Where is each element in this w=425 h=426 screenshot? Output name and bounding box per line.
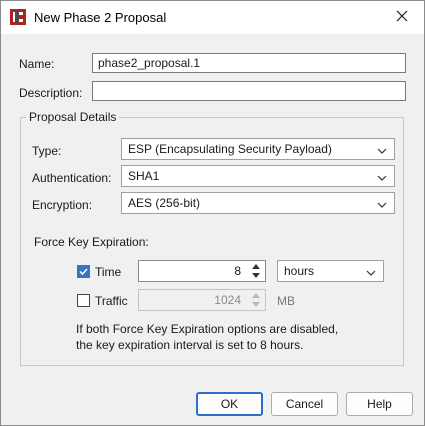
chevron-down-icon: [376, 143, 388, 155]
encryption-select-value: AES (256-bit): [128, 196, 201, 210]
note-line-2: the key expiration interval is set to 8 …: [76, 338, 304, 352]
time-stepper-arrows[interactable]: [249, 262, 263, 280]
close-button[interactable]: [380, 1, 424, 34]
arrow-down-icon: [249, 300, 263, 309]
proposal-details-title: Proposal Details: [26, 110, 120, 124]
arrow-up-icon: [249, 291, 263, 300]
traffic-unit-label: MB: [277, 294, 295, 308]
description-field[interactable]: [92, 81, 406, 101]
chevron-down-icon: [376, 197, 388, 209]
arrow-up-icon[interactable]: [249, 262, 263, 271]
time-unit-value: hours: [284, 264, 315, 278]
time-checkbox[interactable]: [77, 265, 90, 278]
checkmark-icon: [79, 268, 88, 276]
time-value: 8: [234, 264, 241, 278]
type-label: Type:: [32, 144, 62, 158]
description-label: Description:: [19, 86, 83, 100]
note-line-1: If both Force Key Expiration options are…: [76, 322, 339, 336]
type-select[interactable]: ESP (Encapsulating Security Payload): [121, 138, 395, 160]
force-key-expiration-label: Force Key Expiration:: [34, 235, 149, 249]
time-label: Time: [95, 265, 122, 279]
help-button[interactable]: Help: [346, 392, 413, 416]
encryption-select[interactable]: AES (256-bit): [121, 192, 395, 214]
time-unit-select[interactable]: hours: [277, 260, 384, 282]
dialog: New Phase 2 Proposal Name: phase2_propos…: [0, 0, 425, 426]
time-stepper[interactable]: 8: [138, 260, 266, 282]
name-label: Name:: [19, 57, 55, 71]
ok-button[interactable]: OK: [196, 392, 263, 416]
traffic-label: Traffic: [95, 294, 128, 308]
authentication-select-value: SHA1: [128, 169, 160, 183]
type-select-value: ESP (Encapsulating Security Payload): [128, 142, 332, 156]
name-field[interactable]: phase2_proposal.1: [92, 53, 406, 73]
traffic-checkbox[interactable]: [77, 294, 90, 307]
traffic-stepper: 1024: [138, 289, 266, 311]
traffic-value: 1024: [214, 293, 241, 307]
chevron-down-icon: [365, 265, 377, 277]
traffic-stepper-arrows: [249, 291, 263, 309]
chevron-down-icon: [376, 170, 388, 182]
close-icon: [396, 10, 408, 25]
authentication-label: Authentication:: [32, 171, 112, 185]
cancel-button[interactable]: Cancel: [271, 392, 338, 416]
watchguard-logo-icon: [10, 9, 26, 25]
window-title: New Phase 2 Proposal: [34, 10, 167, 25]
title-bar: New Phase 2 Proposal: [1, 1, 424, 34]
encryption-label: Encryption:: [32, 198, 93, 212]
authentication-select[interactable]: SHA1: [121, 165, 395, 187]
arrow-down-icon[interactable]: [249, 271, 263, 280]
